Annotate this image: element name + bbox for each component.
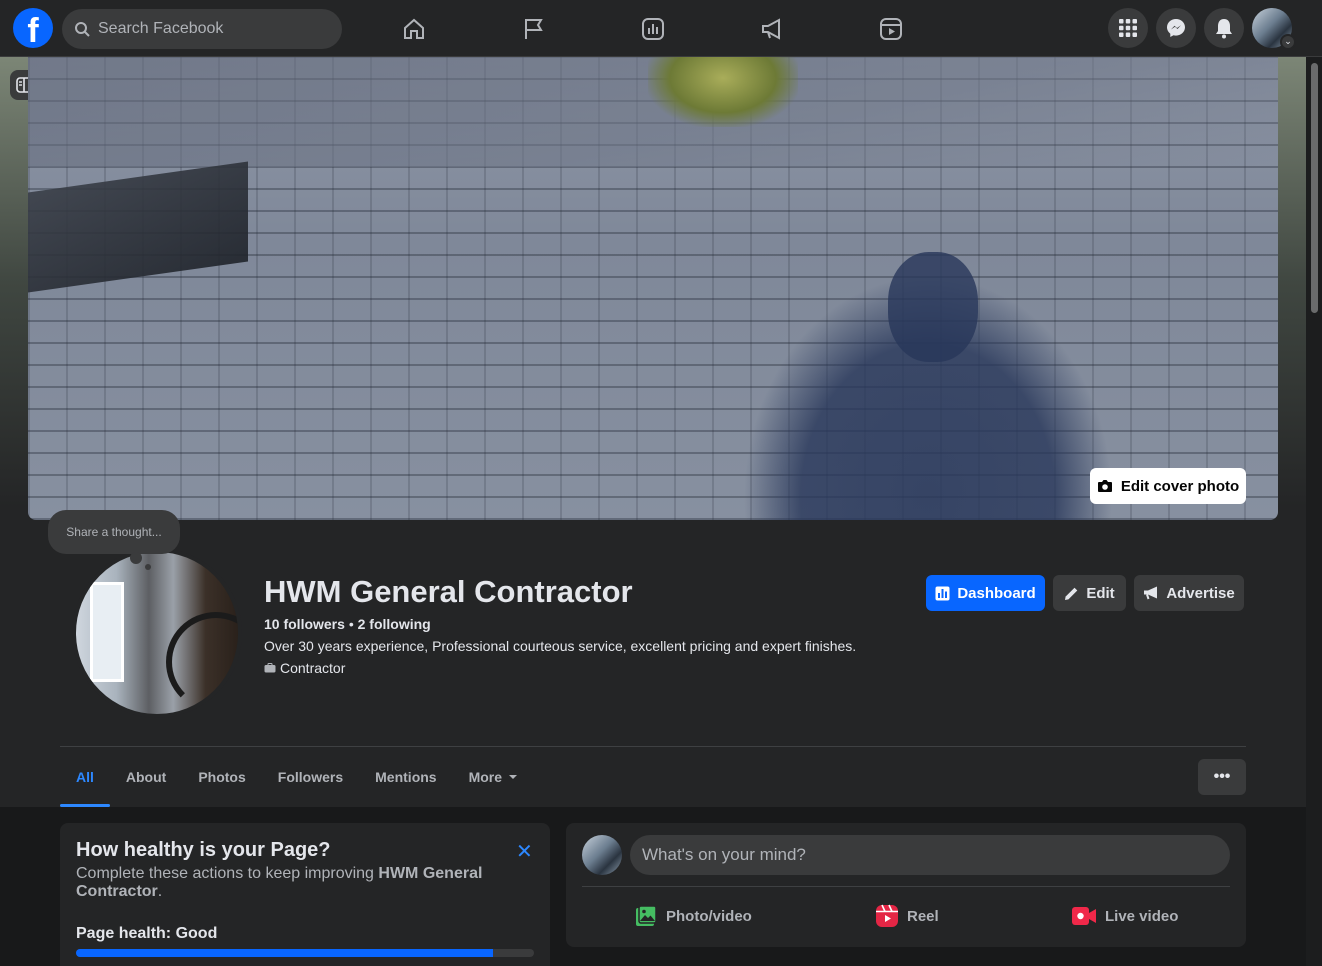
tab-about[interactable]: About <box>110 747 182 807</box>
health-status-label: Page health: Good <box>76 925 218 942</box>
live-video-button[interactable]: Live video <box>1071 901 1178 931</box>
follow-separator: • <box>348 616 354 632</box>
messenger-icon[interactable] <box>1156 8 1196 48</box>
page-tabs: All About Photos Followers Mentions More <box>60 747 534 807</box>
edit-button[interactable]: Edit <box>1053 575 1126 611</box>
health-title: How healthy is your Page? <box>76 839 331 861</box>
reel-button[interactable]: Reel <box>875 901 939 931</box>
tab-mentions[interactable]: Mentions <box>359 747 452 807</box>
thought-dot <box>130 552 142 564</box>
thought-dot <box>145 564 151 570</box>
page-health-card: How healthy is your Page? ✕ Complete the… <box>60 823 550 966</box>
person-shadow-head <box>888 252 978 362</box>
cover-photo <box>28 57 1278 520</box>
cover-trees <box>648 57 798 127</box>
dashboard-icon <box>935 586 950 600</box>
profile-picture[interactable] <box>72 548 242 718</box>
close-icon[interactable]: ✕ <box>516 839 533 864</box>
health-progress-bar <box>76 949 534 957</box>
post-composer: Photo/video Reel Live video <box>566 823 1246 947</box>
search-icon <box>75 22 90 37</box>
edit-label: Edit <box>1086 584 1115 602</box>
following-link[interactable]: 2 following <box>358 616 431 632</box>
composer-divider <box>582 886 1230 887</box>
profile-staircase <box>166 612 238 712</box>
insights-icon[interactable] <box>638 14 668 44</box>
bell-icon[interactable] <box>1204 8 1244 48</box>
page-bio: Over 30 years experience, Professional c… <box>264 638 857 654</box>
tab-photos[interactable]: Photos <box>182 747 261 807</box>
reels-icon[interactable] <box>876 14 906 44</box>
photo-video-button[interactable]: Photo/video <box>634 901 752 931</box>
pencil-icon <box>1065 587 1078 600</box>
whats-on-your-mind-input[interactable] <box>630 835 1230 875</box>
advertise-label: Advertise <box>1166 584 1235 602</box>
photo-icon <box>636 905 657 926</box>
facebook-logo-icon[interactable]: f <box>13 8 53 48</box>
more-options-button[interactable]: ••• <box>1198 759 1246 795</box>
top-navigation-bar: f ⌄ <box>0 0 1322 57</box>
tab-followers[interactable]: Followers <box>262 747 359 807</box>
megaphone-icon[interactable] <box>757 14 787 44</box>
follow-counts: 10 followers • 2 following <box>264 616 431 632</box>
reel-icon <box>876 904 898 927</box>
advertise-button[interactable]: Advertise <box>1134 575 1244 611</box>
solar-panel <box>28 161 248 293</box>
account-avatar[interactable]: ⌄ <box>1252 8 1296 50</box>
search-input[interactable] <box>98 9 328 49</box>
health-progress-fill <box>76 949 493 957</box>
scrollbar-thumb[interactable] <box>1311 63 1318 313</box>
page-scrollbar[interactable] <box>1306 57 1322 966</box>
chevron-down-icon: ⌄ <box>1280 34 1296 50</box>
home-icon[interactable] <box>399 14 429 44</box>
profile-window <box>90 582 124 682</box>
category-label: Contractor <box>280 660 346 676</box>
followers-link[interactable]: 10 followers <box>264 616 345 632</box>
tab-all[interactable]: All <box>60 747 110 807</box>
live-video-icon <box>1072 907 1096 925</box>
share-thought-label: Share a thought... <box>66 525 162 539</box>
health-description: Complete these actions to keep improving… <box>76 865 483 900</box>
more-options-icon: ••• <box>1213 768 1231 785</box>
menu-grid-icon[interactable] <box>1108 8 1148 48</box>
edit-cover-photo-button[interactable]: Edit cover photo <box>1090 468 1246 504</box>
briefcase-icon <box>264 663 276 673</box>
avatar <box>582 835 622 875</box>
dashboard-button[interactable]: Dashboard <box>926 575 1045 611</box>
megaphone-icon <box>1144 586 1158 600</box>
edit-cover-label: Edit cover photo <box>1120 477 1240 495</box>
caret-down-icon <box>509 775 518 779</box>
dashboard-label: Dashboard <box>957 584 1036 602</box>
camera-icon <box>1097 480 1112 492</box>
tab-more[interactable]: More <box>453 747 534 807</box>
search-box[interactable] <box>62 9 342 49</box>
share-thought-bubble[interactable]: Share a thought... <box>48 510 180 554</box>
page-category: Contractor <box>264 660 345 676</box>
flag-icon[interactable] <box>518 14 548 44</box>
page-title: HWM General Contractor <box>264 574 633 609</box>
